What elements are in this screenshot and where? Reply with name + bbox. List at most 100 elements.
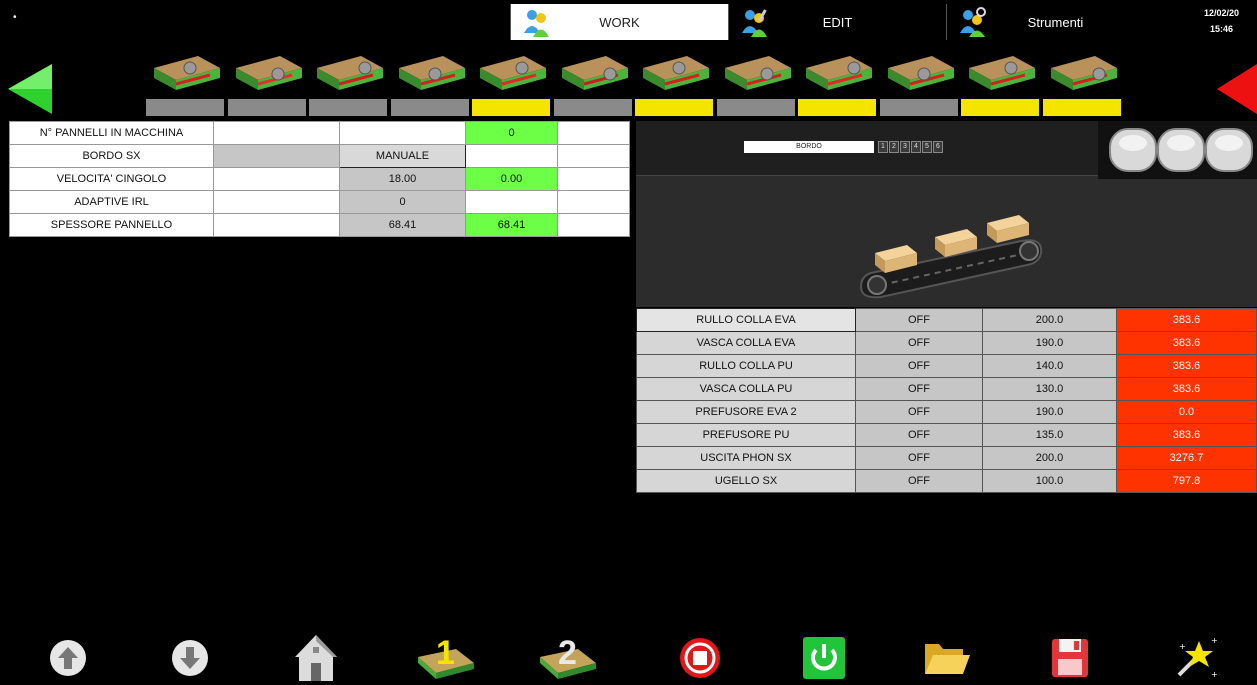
heater-name[interactable]: PREFUSORE PU <box>636 423 856 447</box>
heater-status[interactable]: OFF <box>855 331 983 355</box>
heater-setpoint[interactable]: 190.0 <box>982 331 1117 355</box>
params-table: N° PANNELLI IN MACCHINA 0 BORDO SX MANUALE V… <box>9 121 630 237</box>
heater-name[interactable]: USCITA PHON SX <box>636 446 856 470</box>
unit-status-bar <box>146 99 224 116</box>
machine-unit-6[interactable] <box>553 50 634 116</box>
cutter-unit-icon <box>398 56 465 90</box>
polish-unit-icon <box>1050 56 1117 90</box>
param-value-2[interactable] <box>339 121 466 145</box>
param-value-1[interactable] <box>213 213 340 237</box>
bordo-mode-button[interactable]: MANUALE <box>339 144 466 168</box>
param-label: N° PANNELLI IN MACCHINA <box>9 121 214 145</box>
scroll-down-button[interactable] <box>166 634 214 682</box>
heater-name[interactable]: RULLO COLLA EVA <box>636 308 856 332</box>
temperature-row: RULLO COLLA EVA OFF 200.0 383.6 <box>636 308 1257 332</box>
temperature-table: RULLO COLLA EVA OFF 200.0 383.6 VASCA COLLA … <box>636 308 1257 493</box>
heater-actual-temp: 383.6 <box>1116 423 1257 447</box>
param-value-1[interactable] <box>213 144 340 168</box>
param-value-2[interactable]: 18.00 <box>339 167 466 191</box>
power-button[interactable] <box>800 634 848 682</box>
tab-work[interactable]: WORK <box>510 4 728 40</box>
param-value-1[interactable] <box>213 190 340 214</box>
panel-2-label: 2 <box>558 634 577 672</box>
machine-unit-9[interactable] <box>798 50 878 116</box>
machine-unit-3[interactable] <box>309 50 389 116</box>
bordo-field[interactable]: BORDO <box>744 141 874 153</box>
heater-status[interactable]: OFF <box>855 308 983 332</box>
heater-status[interactable]: OFF <box>855 469 983 493</box>
heater-status[interactable]: OFF <box>855 446 983 470</box>
spray-unit-icon <box>806 56 872 90</box>
machine-unit-8[interactable] <box>716 50 797 116</box>
datetime: 12/02/20 15:46 <box>1204 5 1239 37</box>
heater-setpoint[interactable]: 135.0 <box>982 423 1117 447</box>
open-folder-button[interactable] <box>922 634 972 682</box>
temperature-row: VASCA COLLA PU OFF 130.0 383.6 <box>636 377 1257 401</box>
stop-button[interactable] <box>676 634 724 682</box>
tab-strumenti[interactable]: Strumenti <box>946 4 1164 40</box>
heater-status[interactable]: OFF <box>855 400 983 424</box>
heater-name[interactable]: RULLO COLLA PU <box>636 354 856 378</box>
heater-setpoint[interactable]: 140.0 <box>982 354 1117 378</box>
heater-status[interactable]: OFF <box>855 354 983 378</box>
grinder-unit-icon <box>724 56 791 90</box>
heater-setpoint[interactable]: 190.0 <box>982 400 1117 424</box>
arrow-right-icon[interactable] <box>1217 64 1257 114</box>
tab-edit-label: EDIT <box>822 14 853 30</box>
heater-setpoint[interactable]: 100.0 <box>982 469 1117 493</box>
machine-unit-5[interactable] <box>472 50 552 116</box>
bordo-number-button[interactable]: 5 <box>922 141 932 153</box>
unit-status-bar <box>553 99 632 116</box>
home-button[interactable] <box>292 634 340 682</box>
machine-unit-10[interactable] <box>879 50 960 116</box>
heater-name[interactable]: UGELLO SX <box>636 469 856 493</box>
machine-unit-4[interactable] <box>390 50 471 116</box>
heater-setpoint[interactable]: 200.0 <box>982 308 1117 332</box>
param-value-2[interactable]: 0 <box>339 190 466 214</box>
param-value-1[interactable] <box>213 121 340 145</box>
heater-actual-temp: 383.6 <box>1116 377 1257 401</box>
machine-unit-1[interactable] <box>146 50 226 116</box>
scraper-unit-icon <box>480 56 546 90</box>
heater-status[interactable]: OFF <box>855 423 983 447</box>
scroll-up-button[interactable] <box>44 634 92 682</box>
bordo-number-selector: 1 2 3 4 5 6 <box>878 141 944 153</box>
gear-unit-icon <box>561 56 628 90</box>
unit-status-bar <box>472 99 550 116</box>
heater-status[interactable]: OFF <box>855 377 983 401</box>
param-row: VELOCITA' CINGOLO 18.00 0.00 <box>9 167 630 191</box>
bordo-number-button[interactable]: 6 <box>933 141 943 153</box>
heater-name[interactable]: PREFUSORE EVA 2 <box>636 400 856 424</box>
unit-status-bar <box>716 99 795 116</box>
heater-name[interactable]: VASCA COLLA EVA <box>636 331 856 355</box>
heater-name[interactable]: VASCA COLLA PU <box>636 377 856 401</box>
heater-setpoint[interactable]: 130.0 <box>982 377 1117 401</box>
bordo-number-button[interactable]: 3 <box>900 141 910 153</box>
date-text: 12/02/20 <box>1203 8 1239 18</box>
heater-actual-temp: 383.6 <box>1116 308 1257 332</box>
param-value-1[interactable] <box>213 167 340 191</box>
panel-1-button[interactable]: 1 <box>416 634 476 682</box>
panel-1-label: 1 <box>436 634 455 672</box>
param-value-3: 68.41 <box>465 213 558 237</box>
conveyor-icon <box>859 215 1043 299</box>
temperature-row: PREFUSORE PU OFF 135.0 383.6 <box>636 423 1257 447</box>
wizard-button[interactable]: + + + <box>1172 634 1220 682</box>
bordo-number-button[interactable]: 4 <box>911 141 921 153</box>
bottom-toolbar: 1 2 + + + <box>0 628 1257 685</box>
machine-unit-12[interactable] <box>1042 50 1123 116</box>
machine-unit-2[interactable] <box>227 50 308 116</box>
panel-2-button[interactable]: 2 <box>538 634 598 682</box>
arrow-left-icon[interactable] <box>8 64 54 114</box>
bordo-number-button[interactable]: 2 <box>889 141 899 153</box>
heater-actual-temp: 383.6 <box>1116 354 1257 378</box>
tab-edit[interactable]: EDIT <box>728 4 946 40</box>
heater-setpoint[interactable]: 200.0 <box>982 446 1117 470</box>
save-button[interactable] <box>1046 634 1094 682</box>
bordo-number-button[interactable]: 1 <box>878 141 888 153</box>
machine-unit-11[interactable] <box>961 50 1041 116</box>
param-value-2[interactable]: 68.41 <box>339 213 466 237</box>
machine-unit-7[interactable] <box>635 50 715 116</box>
param-label: SPESSORE PANNELLO <box>9 213 214 237</box>
roller-unit-icon <box>235 56 302 90</box>
